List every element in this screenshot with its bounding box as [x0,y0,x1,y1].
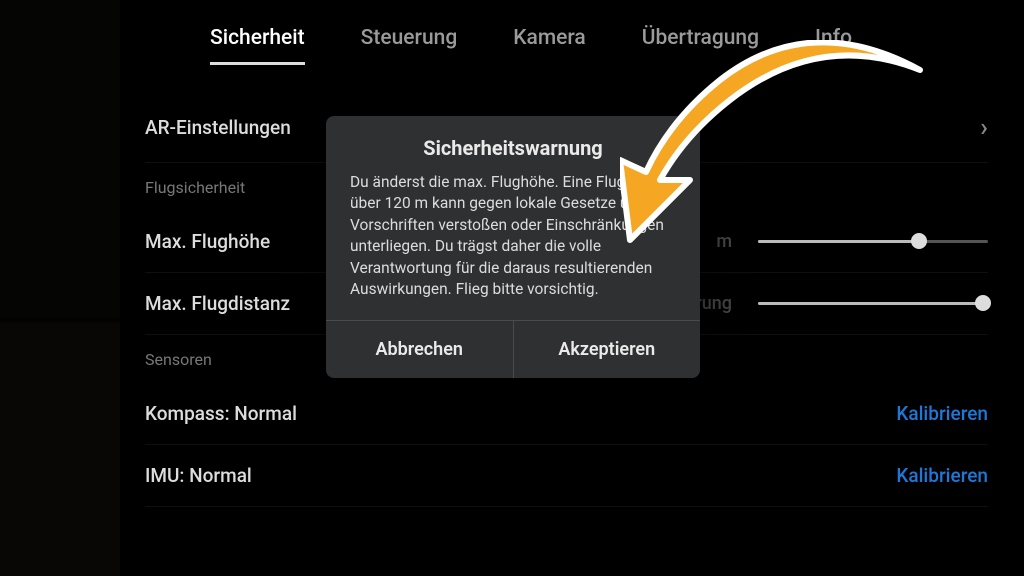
cancel-button[interactable]: Abbrechen [326,321,513,378]
max-flughoehe-slider[interactable] [758,240,988,243]
imu-kalibrieren-link[interactable]: Kalibrieren [896,464,988,487]
max-flughoehe-slider-wrap: m [716,231,988,252]
kompass-kalibrieren-link[interactable]: Kalibrieren [896,402,988,425]
kompass-status: Kompass: Normal [145,402,297,425]
accept-button[interactable]: Akzeptieren [513,321,701,378]
ar-einstellungen-label: AR-Einstellungen [145,116,291,139]
tabs-bar: Sicherheit Steuerung Kamera Übertragung … [0,0,1024,65]
max-flugdistanz-slider[interactable] [758,302,988,305]
chevron-right-icon: › [980,113,988,143]
tab-sicherheit[interactable]: Sicherheit [210,26,305,65]
max-flugdistanz-label: Max. Flugdistanz [145,292,290,315]
dialog-title: Sicherheitswarnung [326,116,700,172]
max-flughoehe-label: Max. Flughöhe [145,230,270,253]
tab-steuerung[interactable]: Steuerung [361,26,458,65]
tab-kamera[interactable]: Kamera [513,26,586,65]
safety-warning-dialog: Sicherheitswarnung Du änderst die max. F… [326,116,700,378]
row-imu: IMU: Normal Kalibrieren [145,445,988,507]
tab-uebertragung[interactable]: Übertragung [642,26,759,65]
imu-status: IMU: Normal [145,464,252,487]
dialog-body: Du änderst die max. Flughöhe. Eine Flugh… [326,172,700,320]
row-kompass: Kompass: Normal Kalibrieren [145,383,988,445]
settings-screen: Sicherheit Steuerung Kamera Übertragung … [0,0,1024,576]
tab-info[interactable]: Info [815,26,852,65]
dialog-actions: Abbrechen Akzeptieren [326,320,700,378]
max-flughoehe-value: m [716,231,732,252]
